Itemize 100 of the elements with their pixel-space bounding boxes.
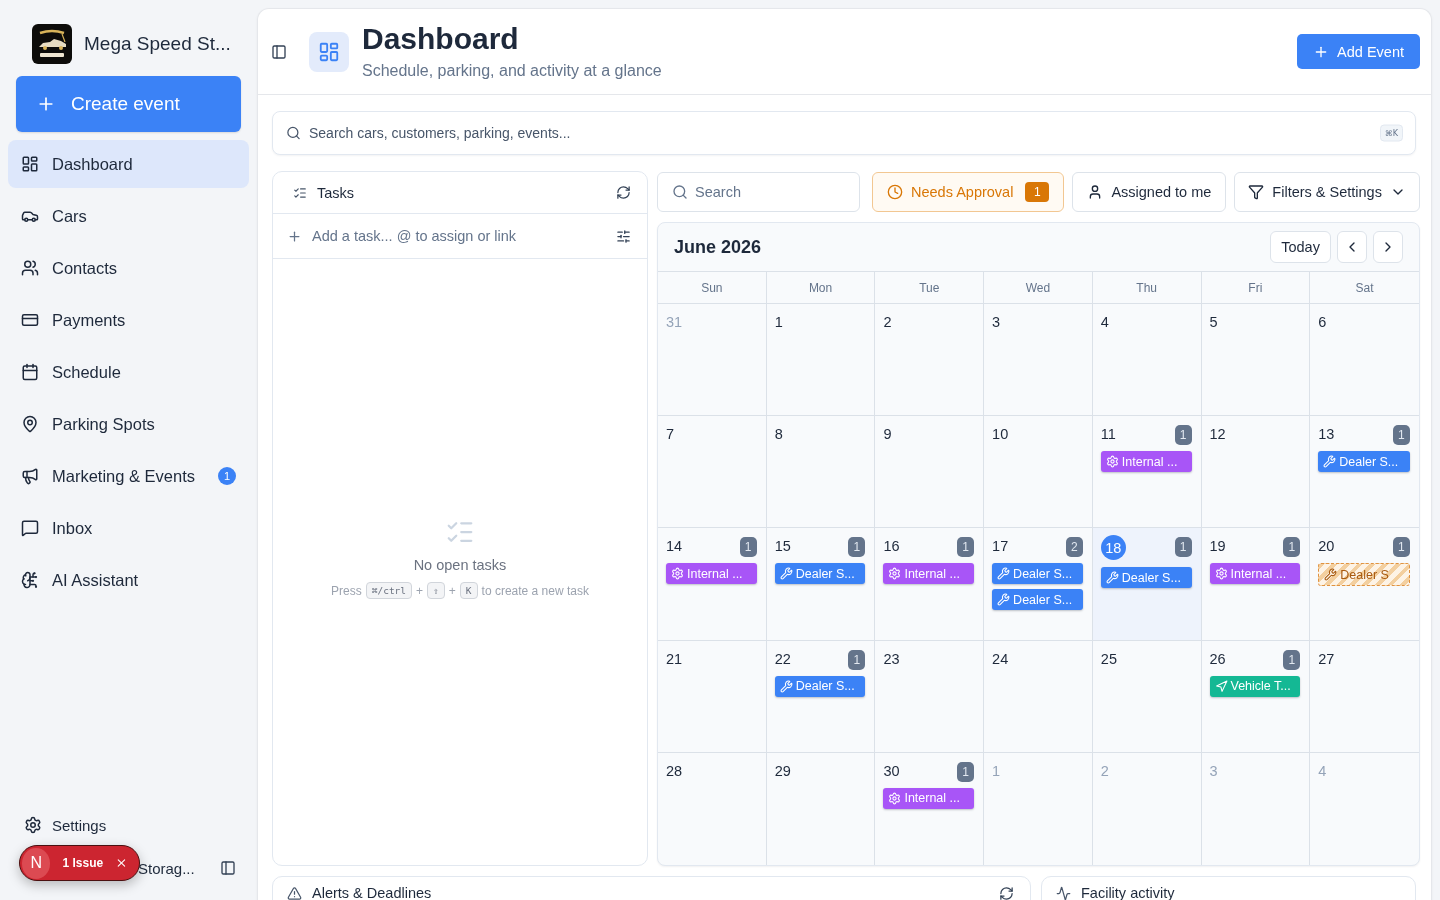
weekday-label: Thu — [1136, 280, 1157, 295]
assigned-to-me-button[interactable]: Assigned to me — [1072, 172, 1227, 212]
sidebar-item[interactable]: Cars — [8, 192, 249, 240]
filter-icon — [1248, 184, 1265, 200]
panel-title: Tasks — [317, 184, 355, 201]
calendar-day-cell[interactable]: 28 — [658, 752, 767, 865]
date-number: 16 — [883, 537, 900, 557]
event-count-badge: 1 — [1174, 537, 1192, 558]
calendar-day-cell[interactable]: 21 — [658, 640, 767, 753]
calendar-day-cell[interactable]: 23 — [875, 640, 985, 753]
event-count-badge: 1 — [739, 537, 757, 558]
sidebar-item[interactable]: Marketing & Events 1 — [8, 452, 249, 500]
filters-button[interactable]: Filters & Settings — [1234, 172, 1420, 212]
calendar-day-cell[interactable]: 24 — [984, 640, 1093, 753]
calendar-day-cell[interactable]: 10 — [984, 416, 1093, 529]
event-count-badge: 1 — [848, 649, 866, 670]
sidebar-item[interactable]: Schedule — [8, 348, 249, 396]
date-number: 2 — [883, 313, 892, 332]
calendar-day-cell[interactable]: 19 1 Internal ... — [1201, 528, 1311, 641]
calendar-day-cell[interactable]: 14 1 Internal ... — [658, 528, 767, 641]
calendar-event[interactable]: Internal ... — [883, 563, 975, 585]
calendar-day-cell[interactable]: 16 1 Internal ... — [875, 528, 985, 641]
message-icon — [21, 519, 39, 537]
calendar-event[interactable]: Dealer S... — [1318, 451, 1410, 473]
sidebar-toggle-button[interactable] — [220, 860, 236, 876]
sidebar-item[interactable]: Inbox — [8, 504, 249, 552]
calendar-event[interactable]: Internal ... — [1209, 563, 1301, 585]
calendar-day-cell[interactable]: 30 1 Internal ... — [875, 752, 985, 865]
calendar-day-cell[interactable]: 12 — [1201, 416, 1311, 529]
calendar-search-field[interactable]: Search — [657, 172, 860, 212]
filters-label: Filters & Settings — [1272, 184, 1382, 200]
next-month-button[interactable] — [1372, 231, 1403, 263]
sidebar-item[interactable]: Payments — [8, 296, 249, 344]
event-count-badge: 1 — [1283, 649, 1301, 670]
calendar-day-cell[interactable]: 6 — [1310, 304, 1419, 417]
create-event-button[interactable]: Create event — [16, 76, 241, 132]
close-icon — [115, 856, 128, 870]
today-button[interactable]: Today — [1270, 231, 1331, 263]
calendar-day-cell[interactable]: 4 — [1092, 304, 1202, 417]
gear-icon — [1214, 567, 1228, 581]
weekday-label: Fri — [1248, 280, 1263, 295]
calendar-day-cell[interactable]: 25 — [1092, 640, 1202, 753]
hint-text: + — [416, 583, 424, 598]
sidebar-item[interactable]: Contacts — [8, 244, 249, 292]
calendar-day-cell[interactable]: 17 2 Dealer S... Dealer S... — [984, 528, 1093, 641]
calendar-day-cell[interactable]: 11 1 Internal ... — [1092, 416, 1202, 529]
panel-icon — [271, 43, 287, 60]
calendar-day-cell[interactable]: 20 1 Dealer S — [1310, 528, 1419, 641]
keyboard-key: ⌘/ctrl — [365, 582, 413, 599]
calendar-event[interactable]: Internal ... — [1100, 451, 1192, 473]
sidebar-item[interactable]: Parking Spots — [8, 400, 249, 448]
calendar-event[interactable]: Dealer S... — [992, 589, 1083, 611]
calendar-event[interactable]: Dealer S... — [774, 675, 866, 697]
calendar-day-cell[interactable]: 7 — [658, 416, 767, 529]
date-number: 6 — [1318, 313, 1327, 332]
event-count-badge: 1 — [957, 761, 975, 782]
count-badge: 1 — [1025, 182, 1050, 202]
calendar-event[interactable]: Dealer S — [1318, 563, 1410, 587]
date-number: 24 — [992, 649, 1009, 669]
calendar-event[interactable]: Internal ... — [666, 563, 757, 585]
warning-icon — [287, 885, 302, 900]
date-number: 19 — [1209, 537, 1226, 557]
wrench-icon — [997, 567, 1011, 581]
refresh-button[interactable] — [616, 185, 631, 200]
activity-icon — [1056, 885, 1071, 900]
wrench-icon — [1323, 455, 1337, 469]
calendar-day-cell[interactable]: 27 — [1310, 640, 1419, 753]
add-event-button[interactable]: Add Event — [1297, 34, 1420, 69]
month-title: June 2026 — [674, 236, 762, 258]
add-task-field[interactable]: Add a task... @ to assign or link — [310, 221, 608, 251]
wrench-icon — [997, 593, 1011, 607]
calendar-day-cell[interactable]: 5 — [1201, 304, 1311, 417]
calendar-day-cell[interactable]: 26 1 Vehicle T... — [1201, 640, 1311, 753]
calendar-day-cell[interactable]: 13 1 Dealer S... — [1310, 416, 1419, 529]
refresh-button[interactable] — [999, 885, 1014, 900]
settings-item[interactable]: Settings — [8, 805, 249, 845]
calendar-day-cell[interactable]: 29 — [766, 752, 876, 865]
date-number: 3 — [1209, 761, 1218, 781]
calendar-day-cell[interactable]: 1 — [766, 304, 876, 417]
calendar-day-cell[interactable]: 8 — [766, 416, 876, 529]
previous-month-button[interactable] — [1336, 231, 1367, 263]
date-number: 15 — [774, 537, 791, 557]
calendar-day-cell[interactable]: 2 — [875, 304, 985, 417]
sidebar-item[interactable]: AI Assistant — [8, 556, 249, 604]
event-count-badge: 1 — [1392, 537, 1410, 558]
calendar-day-cell[interactable]: 22 1 Dealer S... — [766, 640, 876, 753]
panel-title: Alerts & Deadlines — [312, 885, 432, 900]
sidebar-toggle-button[interactable] — [271, 43, 287, 60]
calendar-day-cell[interactable]: 18 1 Dealer S... — [1092, 528, 1202, 641]
date-number: 30 — [883, 761, 900, 781]
calendar-day-cell[interactable]: 9 — [875, 416, 985, 529]
calendar-event[interactable]: Internal ... — [883, 787, 975, 809]
sidebar-item[interactable]: Dashboard — [8, 140, 249, 188]
task-options-button[interactable] — [616, 228, 631, 244]
calendar-event[interactable]: Dealer S... — [992, 563, 1083, 585]
calendar-day-cell[interactable]: 15 1 Dealer S... — [766, 528, 876, 641]
calendar-event[interactable]: Dealer S... — [1100, 567, 1192, 589]
calendar-day-cell[interactable]: 3 — [984, 304, 1093, 417]
calendar-event[interactable]: Dealer S... — [774, 563, 866, 585]
issue-indicator-button[interactable]: N 1 Issue — [19, 845, 140, 881]
